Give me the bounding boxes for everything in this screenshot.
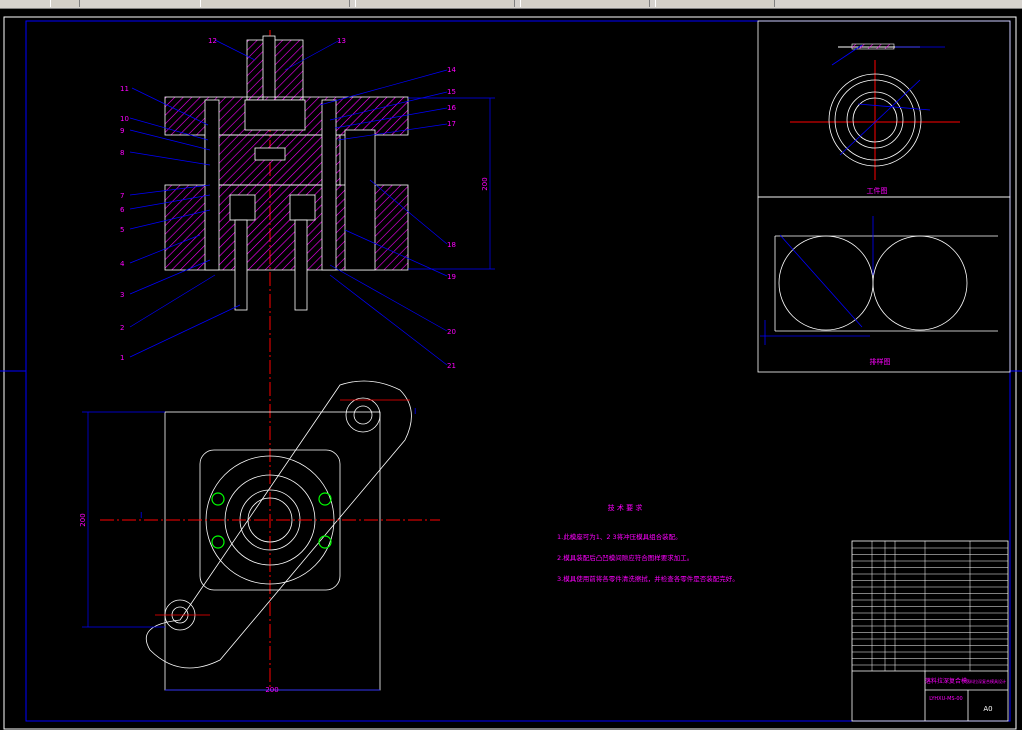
part-label-1: 1 xyxy=(120,354,124,362)
plan-width-dimension: 200 xyxy=(265,686,278,694)
company-name: 落料拉深复合模具设计 xyxy=(966,678,1006,684)
part-label-5: 5 xyxy=(120,226,124,234)
die-section-view: 200 xyxy=(129,30,495,690)
technical-requirements: 技 术 要 求 1.此模座可为1、2 3将冲压模具组合装配。 2.模具装配后凸凹… xyxy=(557,503,739,583)
part-label-10: 10 xyxy=(120,115,129,123)
section-mark-right: I xyxy=(414,407,416,416)
section-height-dimension: 200 xyxy=(481,177,489,190)
part-label-17: 17 xyxy=(447,120,456,128)
toolbar-tab-3[interactable] xyxy=(355,0,515,7)
tech-note-2: 2.模具装配后凸凹模间隙应符合图样要求加工。 xyxy=(557,553,693,562)
sheet-outer-border xyxy=(3,16,1017,730)
section-mark-left: I xyxy=(140,511,142,520)
part-label-7: 7 xyxy=(120,192,124,200)
die-plan-view: 200 200 I I xyxy=(79,380,440,694)
drawing-number: LYHXU-MS-00 xyxy=(929,696,962,702)
workpiece-title: 工件图 xyxy=(867,186,888,195)
part-label-4: 4 xyxy=(120,260,125,268)
part-label-3: 3 xyxy=(120,291,124,299)
part-label-15: 15 xyxy=(447,88,456,96)
tech-note-1: 1.此模座可为1、2 3将冲压模具组合装配。 xyxy=(557,532,682,541)
part-label-8: 8 xyxy=(120,149,124,157)
strip-layout-panel xyxy=(757,196,1011,373)
part-label-9: 9 xyxy=(120,127,124,135)
parts-list-table: 落料拉深复合模 落料拉深复合模具设计 LYHXU-MS-00 A0 xyxy=(851,540,1009,722)
application-toolbar xyxy=(0,0,1022,9)
part-label-12: 12 xyxy=(208,37,217,45)
part-label-18: 18 xyxy=(447,241,456,249)
strip-layout-view: 排样图 xyxy=(760,216,998,366)
part-label-13: 13 xyxy=(337,37,346,45)
part-label-6: 6 xyxy=(120,206,125,214)
toolbar-tab-1[interactable] xyxy=(50,0,80,7)
part-label-19: 19 xyxy=(447,273,456,281)
part-label-21: 21 xyxy=(447,362,456,370)
tech-note-3: 3.模具使用前将各零件清洗擦拭，并检查各零件是否装配完好。 xyxy=(557,574,739,583)
part-label-20: 20 xyxy=(447,328,456,336)
part-label-11: 11 xyxy=(120,85,129,93)
part-label-14: 14 xyxy=(447,66,456,74)
toolbar-tab-2[interactable] xyxy=(200,0,350,7)
sheet-size-label: A0 xyxy=(983,705,992,713)
part-label-2: 2 xyxy=(120,324,124,332)
part-label-16: 16 xyxy=(447,104,456,112)
toolbar-tab-5[interactable] xyxy=(655,0,775,7)
plan-side-dimension: 200 xyxy=(79,513,87,526)
toolbar-tab-4[interactable] xyxy=(520,0,650,7)
strip-layout-title: 排样图 xyxy=(870,357,891,366)
tech-title: 技 术 要 求 xyxy=(608,503,643,512)
cad-drawing-canvas[interactable]: 工件图 排样图 200 1 2 3 4 5 6 7 8 9 10 11 12 1… xyxy=(0,9,1022,730)
drawing-name: 落料拉深复合模 xyxy=(925,677,967,685)
workpiece-view: 工件图 xyxy=(790,43,960,195)
